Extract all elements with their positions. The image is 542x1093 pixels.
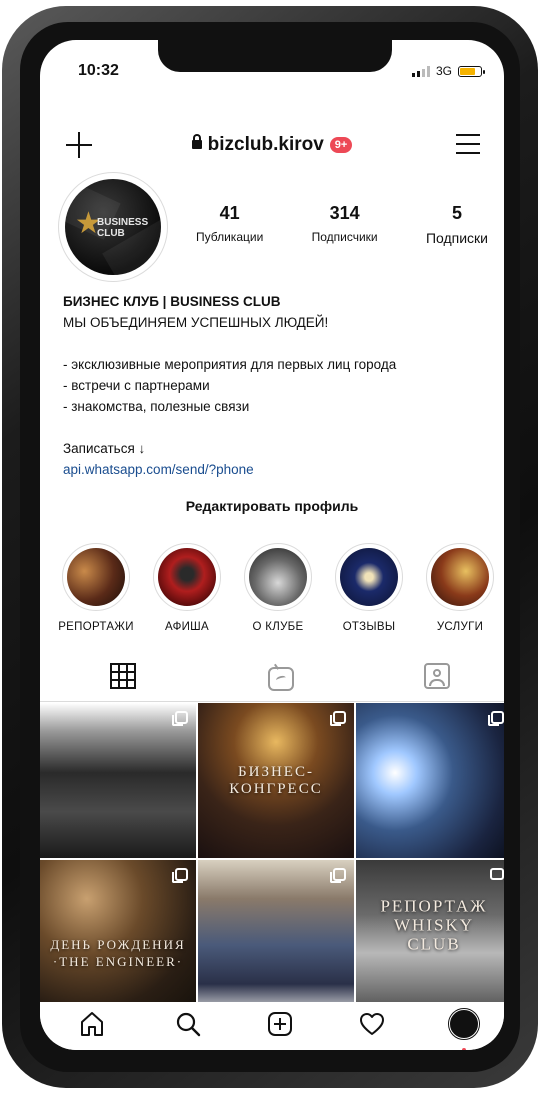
carousel-icon: [172, 711, 188, 726]
lock-icon: [191, 134, 202, 149]
highlight-thumbnail: [67, 548, 125, 606]
posts-grid: БИЗНЕС- КОНГРЕСС ДЕНЬ РОЖДЕНИЯ ·THE ENGI…: [40, 703, 504, 1015]
profile-bio: БИЗНЕС КЛУБ | BUSINESS CLUB МЫ ОБЪЕДИНЯЕ…: [63, 291, 493, 480]
highlight-label: ОТЗЫВЫ: [342, 621, 396, 633]
username-switcher[interactable]: bizclub.kirov 9+: [40, 134, 504, 156]
highlight-thumbnail: [158, 548, 216, 606]
profile-stats: 41 Публикации 314 Подписчики 5 Подписки: [196, 203, 488, 246]
post-tile[interactable]: [356, 703, 504, 858]
post-caption: ДЕНЬ РОЖДЕНИЯ ·THE ENGINEER·: [50, 937, 186, 969]
highlight-thumbnail: [431, 548, 489, 606]
status-icons: 3G: [411, 64, 485, 78]
tagged-tab-icon[interactable]: [424, 663, 450, 689]
phone-notch: [158, 40, 392, 72]
post-tile[interactable]: БИЗНЕС- КОНГРЕСС: [198, 703, 354, 858]
video-icon: [490, 868, 504, 880]
highlight-reviews[interactable]: ОТЗЫВЫ: [325, 543, 413, 633]
highlight-about[interactable]: О КЛУБЕ: [234, 543, 322, 633]
carousel-icon: [330, 868, 346, 883]
search-icon[interactable]: [174, 1010, 202, 1038]
profile-header: bizclub.kirov 9+: [40, 128, 504, 164]
app-screen: 10:32 3G bizclub.kirov 9+ ★ BUSINESS CLUB…: [40, 40, 504, 1050]
avatar[interactable]: ★ BUSINESS CLUB: [58, 172, 168, 282]
highlight-label: РЕПОРТАЖИ: [58, 621, 134, 633]
highlight-poster[interactable]: АФИША: [143, 543, 231, 633]
avatar-logo-text: BUSINESS CLUB: [97, 217, 149, 239]
stat-label: Подписки: [425, 230, 488, 246]
highlight-label: О КЛУБЕ: [252, 621, 304, 633]
username: bizclub.kirov: [207, 134, 324, 155]
stat-posts[interactable]: 41 Публикации: [196, 203, 263, 246]
bio-line: - эксклюзивные мероприятия для первых ли…: [63, 357, 397, 372]
grid-tab-icon[interactable]: [110, 663, 136, 689]
stat-value: 314: [329, 203, 360, 223]
carousel-icon: [172, 868, 188, 883]
bottom-navigation: [40, 1002, 504, 1050]
highlight-label: АФИША: [164, 621, 209, 633]
post-tile[interactable]: ДЕНЬ РОЖДЕНИЯ ·THE ENGINEER·: [40, 860, 196, 1015]
bio-cta: Записаться ↓: [63, 441, 146, 456]
stat-label: Подписчики: [311, 230, 378, 244]
bio-link[interactable]: api.whatsapp.com/send/?phone: [63, 459, 493, 480]
battery-icon: [458, 65, 485, 77]
post-caption: РЕПОРТАЖ WHISKY CLUB: [380, 896, 488, 954]
carousel-icon: [330, 711, 346, 726]
status-time: 10:32: [78, 62, 119, 79]
stat-value: 5: [451, 203, 462, 223]
post-tile[interactable]: РЕПОРТАЖ WHISKY CLUB: [356, 860, 504, 1015]
bio-line: - знакомства, полезные связи: [63, 399, 250, 414]
notification-dot: [462, 1048, 466, 1050]
highlight-services[interactable]: УСЛУГИ: [416, 543, 504, 633]
stat-followers[interactable]: 314 Подписчики: [312, 203, 378, 246]
post-tile[interactable]: [198, 860, 354, 1015]
carousel-icon: [488, 711, 504, 726]
highlight-thumbnail: [249, 548, 307, 606]
notification-badge: 9+: [329, 137, 353, 153]
bio-name: БИЗНЕС КЛУБ | BUSINESS CLUB: [63, 294, 281, 309]
post-caption: БИЗНЕС- КОНГРЕСС: [229, 763, 323, 797]
story-highlights: РЕПОРТАЖИ АФИША О КЛУБЕ ОТЗЫВЫ УСЛУГИ: [52, 543, 504, 633]
avatar-image: ★ BUSINESS CLUB: [65, 179, 161, 275]
highlight-thumbnail: [340, 548, 398, 606]
highlight-reports[interactable]: РЕПОРТАЖИ: [52, 543, 140, 633]
highlight-label: УСЛУГИ: [436, 621, 484, 633]
edit-profile-button[interactable]: Редактировать профиль: [40, 498, 504, 514]
signal-icon: [411, 65, 430, 77]
profile-icon[interactable]: [448, 1008, 480, 1040]
menu-icon[interactable]: [456, 134, 480, 154]
post-tile[interactable]: [40, 703, 196, 858]
profile-tabs: [40, 655, 504, 702]
network-label: 3G: [435, 64, 452, 78]
bio-line: - встречи с партнерами: [63, 378, 210, 393]
igtv-tab-icon[interactable]: [268, 667, 294, 691]
bio-tagline: МЫ ОБЪЕДИНЯЕМ УСПЕШНЫХ ЛЮДЕЙ!: [63, 315, 329, 330]
stat-following[interactable]: 5 Подписки: [426, 203, 488, 246]
home-icon[interactable]: [78, 1010, 106, 1038]
stat-value: 41: [219, 203, 240, 223]
heart-icon[interactable]: [358, 1010, 386, 1038]
stat-label: Публикации: [196, 230, 264, 244]
add-post-icon[interactable]: [266, 1010, 294, 1038]
